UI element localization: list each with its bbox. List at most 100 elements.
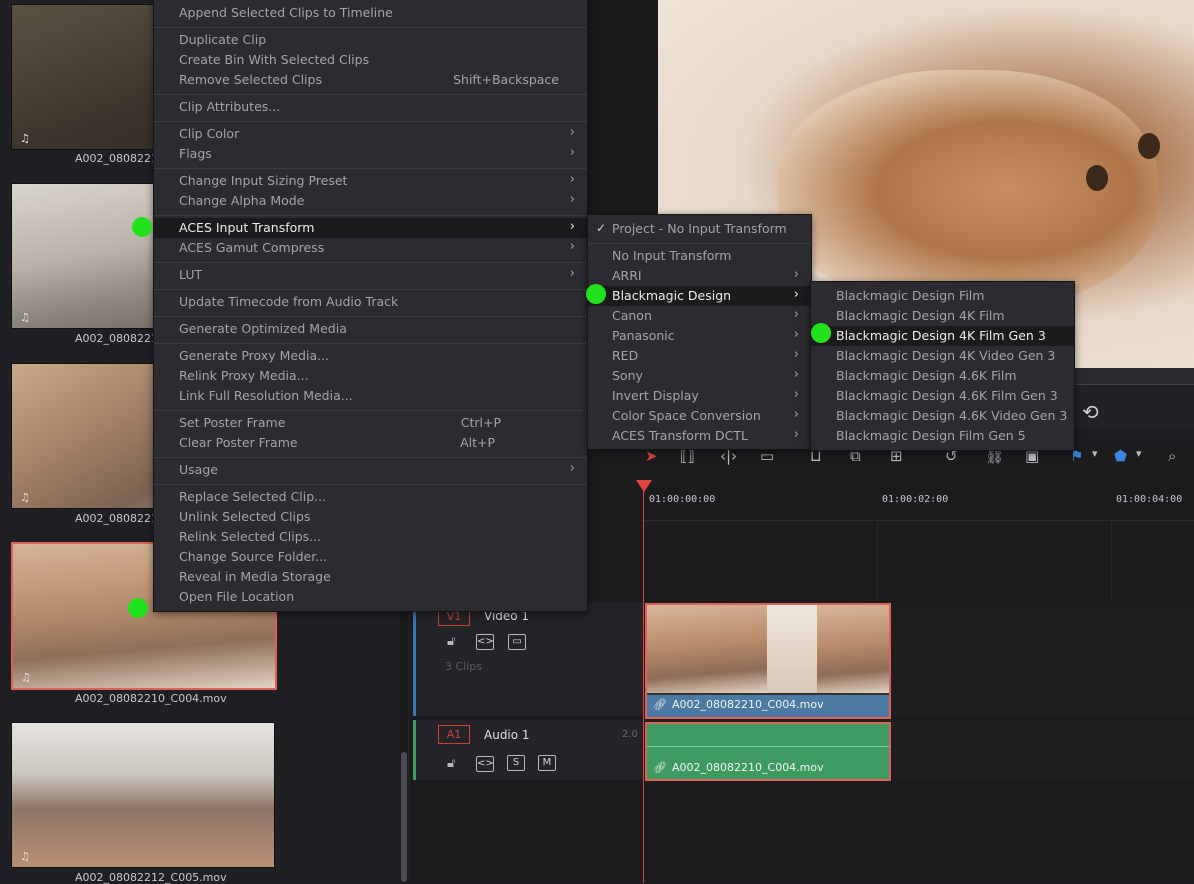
menu-separator bbox=[154, 457, 587, 458]
menu-item-relink-proxy[interactable]: Relink Proxy Media... bbox=[154, 366, 587, 386]
video-clip-name: A002_08082210_C004.mov bbox=[672, 698, 824, 711]
viewer-scrubber[interactable] bbox=[1074, 368, 1194, 385]
clips-count: 3 Clips bbox=[445, 660, 483, 673]
link-icon: 🔗︎ bbox=[653, 698, 667, 711]
music-note-icon: ♫ bbox=[20, 491, 30, 504]
chevron-right-icon: › bbox=[569, 145, 575, 160]
menu-item-relink-clips[interactable]: Relink Selected Clips... bbox=[154, 527, 587, 547]
media-pool-scrollbar-thumb[interactable] bbox=[401, 752, 407, 882]
playhead-line bbox=[643, 490, 644, 883]
audio-channels: 2.0 bbox=[622, 729, 638, 740]
menu-item-remove-clips[interactable]: Remove Selected Clips Shift+Backspace bbox=[154, 70, 587, 90]
zoom-icon[interactable]: ⌕ bbox=[1168, 447, 1176, 465]
solo-button[interactable]: S bbox=[507, 755, 525, 771]
menu-item-panasonic[interactable]: Panasonic › bbox=[588, 326, 811, 346]
menu-item-clip-attributes[interactable]: Clip Attributes... bbox=[154, 97, 587, 117]
loop-icon[interactable]: ⟲ bbox=[1082, 400, 1099, 424]
music-note-icon: ♫ bbox=[21, 671, 31, 684]
link-icon: 🔗︎ bbox=[653, 761, 667, 774]
menu-separator bbox=[154, 316, 587, 317]
viewer-image-detail bbox=[1138, 133, 1160, 159]
menu-item-link-full-res[interactable]: Link Full Resolution Media... bbox=[154, 386, 587, 406]
menu-item-bmd-film-gen5[interactable]: Blackmagic Design Film Gen 5 bbox=[811, 426, 1074, 446]
menu-item-project-no-input-transform[interactable]: ✓ Project - No Input Transform bbox=[588, 219, 811, 239]
menu-item-red[interactable]: RED › bbox=[588, 346, 811, 366]
menu-item-aces-transform-dctl[interactable]: ACES Transform DCTL › bbox=[588, 426, 811, 446]
chevron-right-icon: › bbox=[793, 367, 799, 382]
menu-item-bmd-46k-video-gen3[interactable]: Blackmagic Design 4.6K Video Gen 3 bbox=[811, 406, 1074, 426]
menu-item-create-bin[interactable]: Create Bin With Selected Clips bbox=[154, 50, 587, 70]
chevron-down-icon[interactable]: ▾ bbox=[1136, 447, 1142, 460]
track-enable-icon[interactable]: ▭ bbox=[508, 634, 526, 650]
menu-item-unlink-clips[interactable]: Unlink Selected Clips bbox=[154, 507, 587, 527]
timecode-label: 01:00:02:00 bbox=[882, 494, 949, 505]
chevron-right-icon: › bbox=[569, 461, 575, 476]
menu-item-replace-clip[interactable]: Replace Selected Clip... bbox=[154, 487, 587, 507]
menu-separator bbox=[154, 121, 587, 122]
menu-item-bmd-46k-film[interactable]: Blackmagic Design 4.6K Film bbox=[811, 366, 1074, 386]
menu-item-clear-poster-frame[interactable]: Clear Poster Frame Alt+P bbox=[154, 433, 587, 453]
menu-item-proxy-media[interactable]: Generate Proxy Media... bbox=[154, 346, 587, 366]
menu-item-arri[interactable]: ARRI › bbox=[588, 266, 811, 286]
menu-item-bmd-4k-video-gen3[interactable]: Blackmagic Design 4K Video Gen 3 bbox=[811, 346, 1074, 366]
menu-item-reveal-in-media-storage[interactable]: Reveal in Media Storage bbox=[154, 567, 587, 587]
menu-item-optimized-media[interactable]: Generate Optimized Media bbox=[154, 319, 587, 339]
audio-waveform bbox=[647, 746, 889, 747]
menu-item-set-poster-frame[interactable]: Set Poster Frame Ctrl+P bbox=[154, 413, 587, 433]
auto-select-icon[interactable]: <> bbox=[476, 634, 494, 650]
green-marker-dot bbox=[128, 598, 148, 618]
menu-separator bbox=[154, 262, 587, 263]
chevron-right-icon: › bbox=[569, 239, 575, 254]
blackmagic-design-submenu: Blackmagic Design Film Blackmagic Design… bbox=[810, 281, 1075, 451]
menu-item-change-source-folder[interactable]: Change Source Folder... bbox=[154, 547, 587, 567]
timecode-label: 01:00:04:00 bbox=[1116, 494, 1183, 505]
menu-item-alpha-mode[interactable]: Change Alpha Mode › bbox=[154, 191, 587, 211]
menu-item-flags[interactable]: Flags › bbox=[154, 144, 587, 164]
menu-item-aces-input-transform[interactable]: ACES Input Transform › bbox=[154, 218, 587, 238]
menu-item-usage[interactable]: Usage › bbox=[154, 460, 587, 480]
track-id-a1[interactable]: A1 bbox=[438, 725, 470, 744]
menu-item-aces-gamut-compress[interactable]: ACES Gamut Compress › bbox=[154, 238, 587, 258]
chevron-right-icon: › bbox=[793, 427, 799, 442]
chevron-right-icon: › bbox=[569, 192, 575, 207]
menu-item-bmd-4k-film-gen3[interactable]: Blackmagic Design 4K Film Gen 3 bbox=[811, 326, 1074, 346]
menu-item-bmd-46k-film-gen3[interactable]: Blackmagic Design 4.6K Film Gen 3 bbox=[811, 386, 1074, 406]
menu-item-bmd-4k-film[interactable]: Blackmagic Design 4K Film bbox=[811, 306, 1074, 326]
lock-icon[interactable]: 🔓︎ bbox=[447, 634, 455, 649]
green-marker-dot bbox=[811, 323, 831, 343]
menu-separator bbox=[588, 243, 811, 244]
chevron-right-icon: › bbox=[793, 407, 799, 422]
menu-item-color-space-conversion[interactable]: Color Space Conversion › bbox=[588, 406, 811, 426]
menu-item-invert-display[interactable]: Invert Display › bbox=[588, 386, 811, 406]
menu-item-lut[interactable]: LUT › bbox=[154, 265, 587, 285]
marker-icon[interactable]: ⬟ bbox=[1114, 447, 1127, 465]
green-marker-dot bbox=[132, 217, 152, 237]
menu-separator bbox=[154, 94, 587, 95]
menu-item-input-sizing-preset[interactable]: Change Input Sizing Preset › bbox=[154, 171, 587, 191]
menu-item-clip-color[interactable]: Clip Color › bbox=[154, 124, 587, 144]
clip-frame bbox=[817, 605, 889, 693]
menu-item-open-file-location[interactable]: Open File Location bbox=[154, 587, 587, 607]
auto-select-icon[interactable]: <> bbox=[476, 756, 494, 772]
menu-item-no-input-transform[interactable]: No Input Transform bbox=[588, 246, 811, 266]
menu-separator bbox=[154, 343, 587, 344]
lock-icon[interactable]: 🔓︎ bbox=[447, 756, 455, 771]
menu-item-bmd-film[interactable]: Blackmagic Design Film bbox=[811, 286, 1074, 306]
playhead-handle[interactable] bbox=[636, 480, 652, 492]
menu-item-blackmagic-design[interactable]: Blackmagic Design › bbox=[588, 286, 811, 306]
clip-thumbnail[interactable]: ♫ bbox=[11, 722, 275, 868]
mute-button[interactable]: M bbox=[538, 755, 556, 771]
chevron-down-icon[interactable]: ▾ bbox=[1092, 447, 1098, 460]
chevron-right-icon: › bbox=[793, 347, 799, 362]
menu-item-sony[interactable]: Sony › bbox=[588, 366, 811, 386]
menu-item-update-timecode[interactable]: Update Timecode from Audio Track bbox=[154, 292, 587, 312]
menu-item-canon[interactable]: Canon › bbox=[588, 306, 811, 326]
menu-item-append-to-timeline[interactable]: Append Selected Clips to Timeline bbox=[154, 3, 587, 23]
checkmark-icon: ✓ bbox=[596, 221, 607, 235]
green-marker-dot bbox=[586, 284, 606, 304]
chevron-right-icon: › bbox=[793, 327, 799, 342]
menu-item-duplicate-clip[interactable]: Duplicate Clip bbox=[154, 30, 587, 50]
chevron-right-icon: › bbox=[793, 387, 799, 402]
track-name[interactable]: Audio 1 bbox=[484, 728, 530, 742]
menu-separator bbox=[154, 215, 587, 216]
